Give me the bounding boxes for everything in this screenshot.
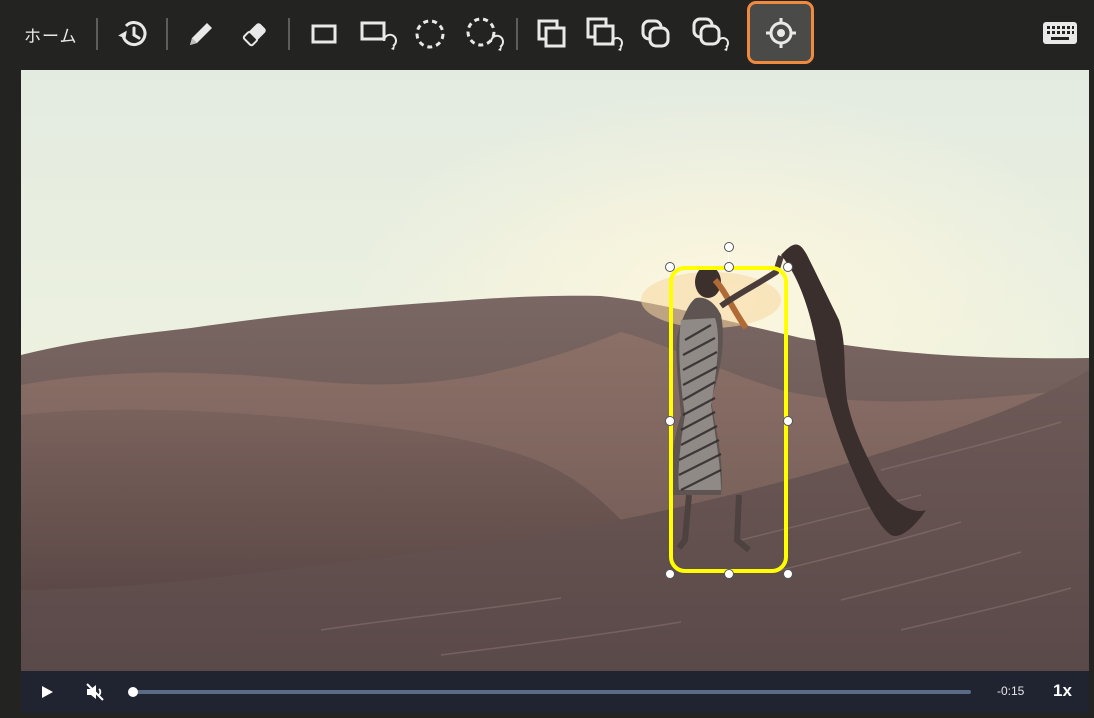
toolbar: ホーム xyxy=(0,0,1094,70)
ellipse-tool[interactable] xyxy=(410,14,450,54)
toolbar-divider xyxy=(288,18,290,50)
stacked-rounded-rotate-tool[interactable] xyxy=(690,14,730,54)
rectangle-rotate-tool[interactable] xyxy=(358,14,398,54)
resize-handle-top[interactable] xyxy=(724,262,734,272)
time-remaining: -0:15 xyxy=(997,684,1025,698)
stacked-squares-icon xyxy=(537,19,566,48)
play-button[interactable] xyxy=(36,681,58,703)
dashed-circle-rotate-icon xyxy=(466,17,504,51)
resize-handle-left[interactable] xyxy=(665,416,675,426)
rotate-handle[interactable] xyxy=(724,242,734,252)
eraser-button[interactable] xyxy=(235,14,275,54)
resize-handle-bottom-left[interactable] xyxy=(665,569,675,579)
stacked-squares-rotate-icon xyxy=(586,17,623,51)
keyboard-shortcuts-button[interactable] xyxy=(1042,19,1078,47)
annotation-app: ホーム -0:15 1x xyxy=(0,0,1094,718)
stacked-rounded-tool[interactable] xyxy=(636,14,676,54)
home-link[interactable]: ホーム xyxy=(24,22,78,47)
muted-speaker-icon xyxy=(86,683,104,701)
history-icon xyxy=(118,21,147,47)
play-icon xyxy=(42,686,53,698)
stacked-squares-tool[interactable] xyxy=(532,14,572,54)
stacked-rounded-icon xyxy=(641,19,670,48)
resize-handle-bottom[interactable] xyxy=(724,569,734,579)
seek-bar[interactable] xyxy=(133,690,971,694)
eraser-icon xyxy=(242,23,266,47)
toolbar-divider xyxy=(166,18,168,50)
dashed-circle-icon xyxy=(415,19,445,49)
pencil-icon xyxy=(190,23,212,45)
video-canvas[interactable] xyxy=(21,70,1089,671)
stacked-rounded-rotate-icon xyxy=(692,17,729,51)
resize-handle-bottom-right[interactable] xyxy=(783,569,793,579)
target-icon xyxy=(765,17,796,48)
history-button[interactable] xyxy=(112,14,152,54)
rectangle-tool[interactable] xyxy=(304,14,344,54)
player-controls: -0:15 1x xyxy=(21,671,1089,713)
resize-handle-right[interactable] xyxy=(783,416,793,426)
ellipse-rotate-tool[interactable] xyxy=(464,14,504,54)
toolbar-divider xyxy=(516,18,518,50)
resize-handle-top-left[interactable] xyxy=(665,262,675,272)
stacked-squares-rotate-tool[interactable] xyxy=(584,14,624,54)
resize-handle-top-right[interactable] xyxy=(783,262,793,272)
seek-thumb[interactable] xyxy=(128,687,138,697)
target-tool[interactable] xyxy=(747,1,814,64)
keyboard-icon xyxy=(1043,22,1077,44)
pencil-button[interactable] xyxy=(181,14,221,54)
toolbar-divider xyxy=(96,18,98,50)
mute-button[interactable] xyxy=(84,681,106,703)
rectangle-icon xyxy=(311,24,337,44)
rectangle-rotate-icon xyxy=(360,21,397,50)
annotation-bounding-box[interactable] xyxy=(669,266,788,573)
playback-speed-button[interactable]: 1x xyxy=(1053,681,1072,701)
desert-scene-image xyxy=(21,70,1089,671)
